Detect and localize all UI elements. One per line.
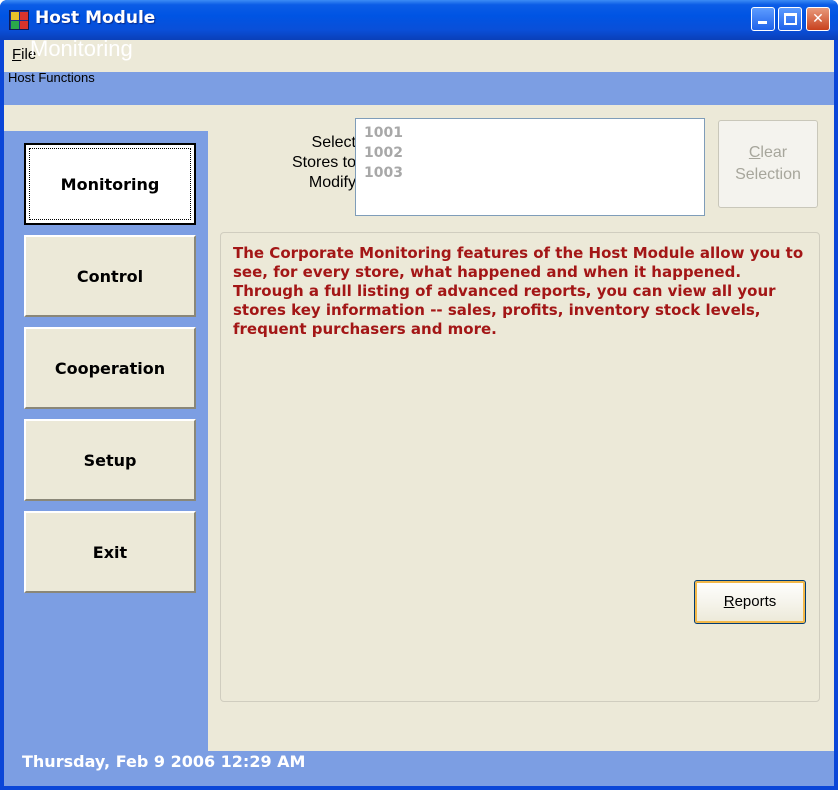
- title-bar[interactable]: Host Module ✕: [0, 0, 838, 40]
- cooperation-button[interactable]: Cooperation: [24, 327, 196, 409]
- store-item[interactable]: 1001: [364, 123, 696, 143]
- cooperation-button-label: Cooperation: [54, 358, 166, 378]
- control-button-label: Control: [76, 266, 144, 286]
- reports-button[interactable]: Reports: [694, 580, 806, 624]
- maximize-button[interactable]: [778, 7, 802, 31]
- clear-selection-button[interactable]: Clear Selection: [718, 120, 818, 208]
- reports-button-label: Reports: [723, 593, 777, 610]
- minimize-button[interactable]: [751, 7, 775, 31]
- control-button[interactable]: Control: [24, 235, 196, 317]
- select-stores-label: Select Stores to Modify: [240, 133, 356, 193]
- clear-selection-line1: Clear: [748, 144, 788, 161]
- select-stores-label-line2: Stores to: [291, 154, 356, 171]
- menu-file-mnemonic: F: [12, 46, 22, 63]
- host-functions-label: Host Functions: [8, 70, 95, 85]
- select-stores-label-line1: Select: [311, 134, 356, 151]
- monitoring-button-label: Monitoring: [60, 174, 160, 194]
- app-window: Host Module ✕ File Monitoring Host Funct…: [0, 0, 838, 790]
- status-datetime: Thursday, Feb 9 2006 12:29 AM: [22, 752, 306, 771]
- exit-button[interactable]: Exit: [24, 511, 196, 593]
- close-button[interactable]: ✕: [806, 7, 830, 31]
- section-header: [4, 72, 834, 105]
- setup-button-label: Setup: [83, 450, 137, 470]
- setup-button[interactable]: Setup: [24, 419, 196, 501]
- section-title: Monitoring: [30, 36, 133, 61]
- monitoring-description: The Corporate Monitoring features of the…: [233, 244, 804, 338]
- window-title: Host Module: [35, 8, 156, 28]
- maximize-icon: [784, 13, 797, 25]
- exit-button-label: Exit: [92, 542, 128, 562]
- store-item[interactable]: 1002: [364, 143, 696, 163]
- minimize-icon: [758, 21, 767, 24]
- close-icon: ✕: [812, 11, 824, 27]
- select-stores-label-line3: Modify: [308, 174, 356, 191]
- store-item[interactable]: 1003: [364, 163, 696, 183]
- monitoring-button[interactable]: Monitoring: [24, 143, 196, 225]
- app-icon[interactable]: [9, 10, 29, 30]
- store-list[interactable]: 1001 1002 1003: [355, 118, 705, 216]
- clear-selection-line2: Selection: [735, 166, 801, 183]
